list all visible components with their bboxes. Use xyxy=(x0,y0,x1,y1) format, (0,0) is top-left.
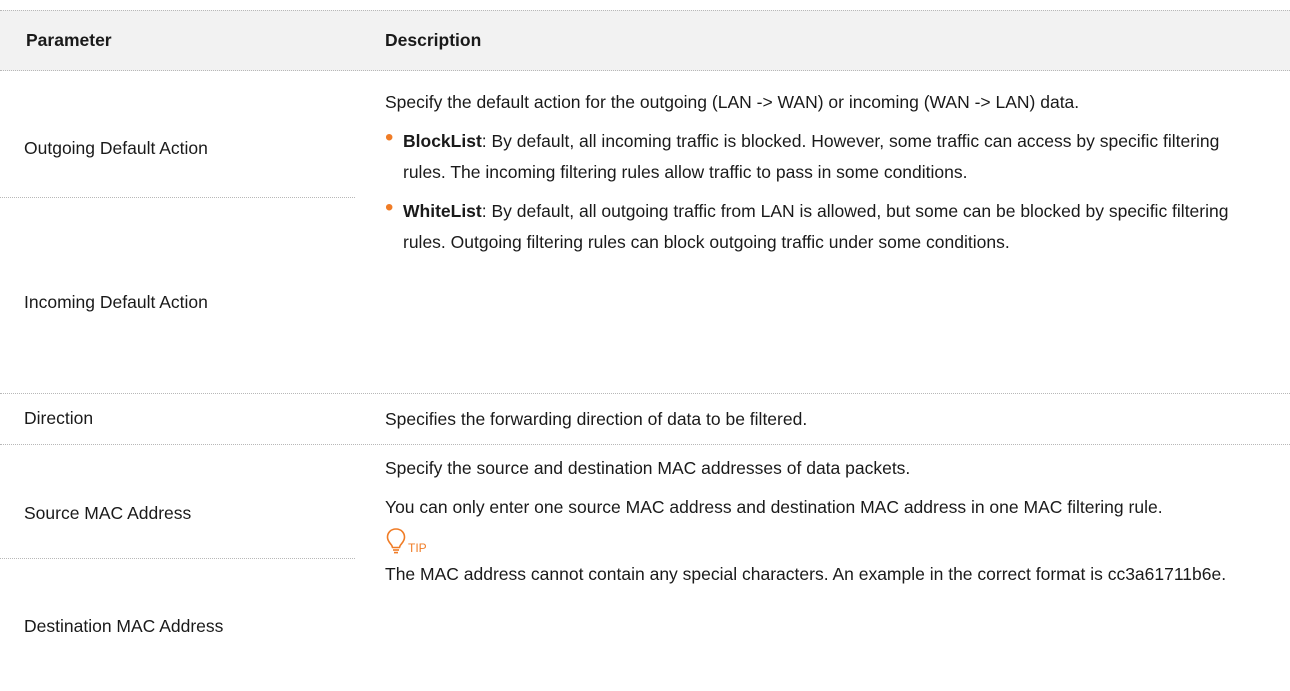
table-row: Source MAC Address Destination MAC Addre… xyxy=(0,445,1290,691)
mac-intro: Specify the source and destination MAC a… xyxy=(385,458,911,478)
param-destination-mac-address: Destination MAC Address xyxy=(24,616,224,636)
default-action-intro: Specify the default action for the outgo… xyxy=(385,92,1080,112)
bullet-dot-icon: • xyxy=(385,124,394,151)
lightbulb-icon xyxy=(386,528,406,554)
direction-description: Specifies the forwarding direction of da… xyxy=(385,409,808,429)
table-header: Parameter Description xyxy=(0,10,1290,71)
header-description: Description xyxy=(385,30,482,50)
whitelist-description: : By default, all outgoing traffic from … xyxy=(403,201,1229,252)
tip-text: The MAC address cannot contain any speci… xyxy=(385,564,1227,584)
parameter-cell-group: Outgoing Default Action Incoming Default… xyxy=(0,71,355,393)
description-cell: Specifies the forwarding direction of da… xyxy=(385,404,1265,435)
row-divider xyxy=(0,558,355,559)
tip-heading: TIP xyxy=(385,523,1265,555)
mac-rule-note: You can only enter one source MAC addres… xyxy=(385,497,1163,517)
term-whitelist: WhiteList xyxy=(403,201,482,221)
description-cell: Specify the source and destination MAC a… xyxy=(385,453,1265,590)
param-incoming-default-action: Incoming Default Action xyxy=(24,292,208,312)
param-source-mac-address: Source MAC Address xyxy=(24,503,192,523)
parameter-table: Parameter Description Outgoing Default A… xyxy=(0,10,1290,691)
list-item: • BlockList: By default, all incoming tra… xyxy=(385,124,1265,188)
bullet-dot-icon: • xyxy=(385,194,394,221)
row-divider xyxy=(0,197,355,198)
header-parameter: Parameter xyxy=(26,30,112,50)
table-row: Direction Specifies the forwarding direc… xyxy=(0,394,1290,445)
parameter-cell-group: Source MAC Address Destination MAC Addre… xyxy=(0,445,355,691)
term-blocklist: BlockList xyxy=(403,131,482,151)
description-cell: Specify the default action for the outgo… xyxy=(385,87,1265,258)
list-item: • WhiteList: By default, all outgoing tra… xyxy=(385,194,1265,258)
param-direction: Direction xyxy=(24,408,94,428)
param-outgoing-default-action: Outgoing Default Action xyxy=(24,138,208,158)
blocklist-description: : By default, all incoming traffic is bl… xyxy=(403,131,1220,182)
tip-label: TIP xyxy=(408,541,427,555)
table-row: Outgoing Default Action Incoming Default… xyxy=(0,71,1290,394)
